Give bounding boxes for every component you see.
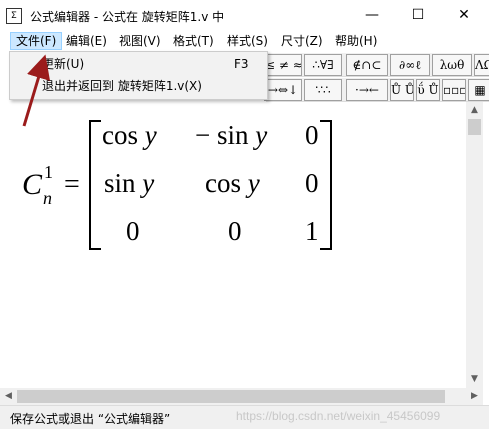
annotation-arrow-icon <box>22 54 51 127</box>
